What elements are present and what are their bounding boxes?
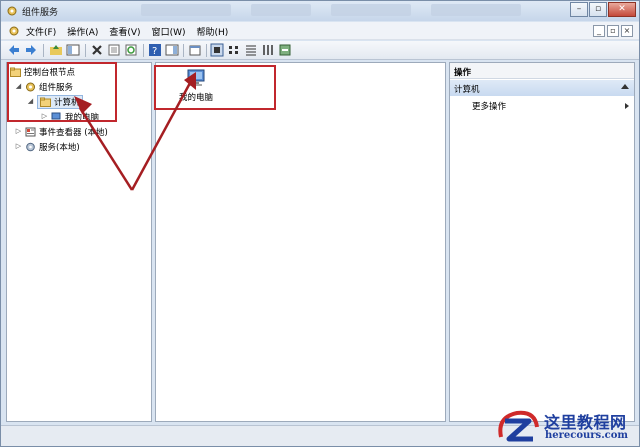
restore-button[interactable]: ▫ (589, 2, 607, 17)
collapse-triangle-icon[interactable]: ◢ (15, 83, 22, 90)
expand-triangle-icon[interactable]: ▷ (41, 113, 48, 120)
services-gear-icon (26, 142, 35, 151)
watermark-url: herecours.com (545, 430, 629, 441)
toolbar: ? (1, 41, 639, 60)
component-services-icon (7, 6, 17, 16)
child-restore-button[interactable]: ▫ (607, 25, 619, 37)
mmc-window: 组件服务 – ▫ ✕ 文件(F) 操作(A) 查看(V) 窗口(W) 帮助(H)… (0, 0, 640, 447)
actions-section-label: 计算机 (454, 85, 480, 95)
folder-icon (10, 67, 21, 77)
tree-node-computers[interactable]: ◢ 计算机 (27, 94, 83, 109)
svg-text:?: ? (152, 46, 157, 57)
configure-icon[interactable] (278, 43, 292, 57)
tree-label-component-services: 组件服务 (39, 82, 74, 93)
close-button[interactable]: ✕ (608, 2, 636, 17)
collapse-up-arrow-icon[interactable] (621, 84, 629, 89)
new-window-icon[interactable] (188, 43, 202, 57)
actions-pane: 操作 计算机 更多操作 (449, 62, 635, 422)
collapse-triangle-icon[interactable]: ◢ (27, 98, 34, 105)
properties-icon[interactable] (107, 43, 121, 57)
selected-node: 计算机 (37, 94, 83, 109)
tree-label-event-viewer: 事件查看器 (本地) (39, 127, 108, 138)
actions-header: 操作 (450, 63, 634, 79)
menu-help[interactable]: 帮助(H) (197, 25, 229, 38)
menu-action[interactable]: 操作(A) (67, 25, 98, 38)
tree-node-services[interactable]: ▷ 服务(本地) (15, 140, 80, 153)
delete-icon[interactable] (90, 43, 104, 57)
system-menu-icon[interactable] (8, 25, 20, 37)
console-tree-pane: 控制台根节点 ◢ 组件服务 ◢ 计算机 ▷ 我的电脑 ▷ 事件查看器 (本地) … (6, 62, 152, 422)
title-bar: 组件服务 – ▫ ✕ (1, 1, 639, 21)
tree-node-event-viewer[interactable]: ▷ 事件查看器 (本地) (15, 125, 108, 138)
tree-label-my-computer: 我的电脑 (65, 112, 100, 123)
watermark-logo (498, 410, 539, 442)
more-actions-link[interactable]: 更多操作 (472, 100, 506, 112)
blurred-region (251, 4, 311, 16)
show-action-pane-icon[interactable] (165, 43, 179, 57)
tree-node-my-computer[interactable]: ▷ 我的电脑 (41, 110, 99, 123)
back-arrow-icon[interactable] (7, 43, 21, 57)
minimize-button[interactable]: – (570, 2, 588, 17)
menu-bar: 文件(F) 操作(A) 查看(V) 窗口(W) 帮助(H) _ ▫ × (1, 22, 639, 40)
blurred-region (141, 4, 231, 16)
computer-icon (51, 112, 61, 121)
up-folder-icon[interactable] (49, 43, 63, 57)
menu-window[interactable]: 窗口(W) (152, 25, 186, 38)
refresh-icon[interactable] (124, 43, 138, 57)
child-minimize-button[interactable]: _ (593, 25, 605, 37)
blurred-region (431, 4, 521, 16)
computer-icon (187, 69, 205, 86)
component-services-icon (26, 82, 35, 91)
expand-triangle-icon[interactable]: ▷ (15, 143, 22, 150)
window-title: 组件服务 (22, 8, 59, 18)
event-viewer-icon (25, 127, 36, 136)
large-icons-view-icon[interactable] (210, 43, 224, 57)
actions-section-computers[interactable]: 计算机 (450, 80, 634, 96)
menu-view[interactable]: 查看(V) (109, 25, 140, 38)
child-close-button[interactable]: × (621, 25, 633, 37)
tree-label-services: 服务(本地) (39, 142, 80, 153)
list-item-label: 我的电脑 (178, 93, 213, 103)
tree-label-computers: 计算机 (54, 97, 80, 108)
help-icon[interactable]: ? (148, 43, 162, 57)
show-hide-tree-icon[interactable] (66, 43, 80, 57)
list-item-my-computer[interactable]: 我的电脑 (166, 68, 226, 103)
watermark: 这里教程网 herecours.com (495, 407, 640, 447)
list-view-icon[interactable] (244, 43, 258, 57)
tree-label-console-root: 控制台根节点 (24, 67, 76, 78)
tree-node-console-root[interactable]: 控制台根节点 (10, 65, 75, 78)
details-pane: 我的电脑 (155, 62, 446, 422)
detail-view-icon[interactable] (261, 43, 275, 57)
folder-icon (40, 97, 51, 107)
blurred-region (331, 4, 411, 16)
expand-triangle-icon[interactable]: ▷ (15, 128, 22, 135)
submenu-arrow-icon (625, 103, 629, 109)
forward-arrow-icon[interactable] (24, 43, 38, 57)
tree-node-component-services[interactable]: ◢ 组件服务 (15, 80, 73, 93)
small-icons-view-icon[interactable] (227, 43, 241, 57)
menu-file[interactable]: 文件(F) (26, 25, 56, 38)
